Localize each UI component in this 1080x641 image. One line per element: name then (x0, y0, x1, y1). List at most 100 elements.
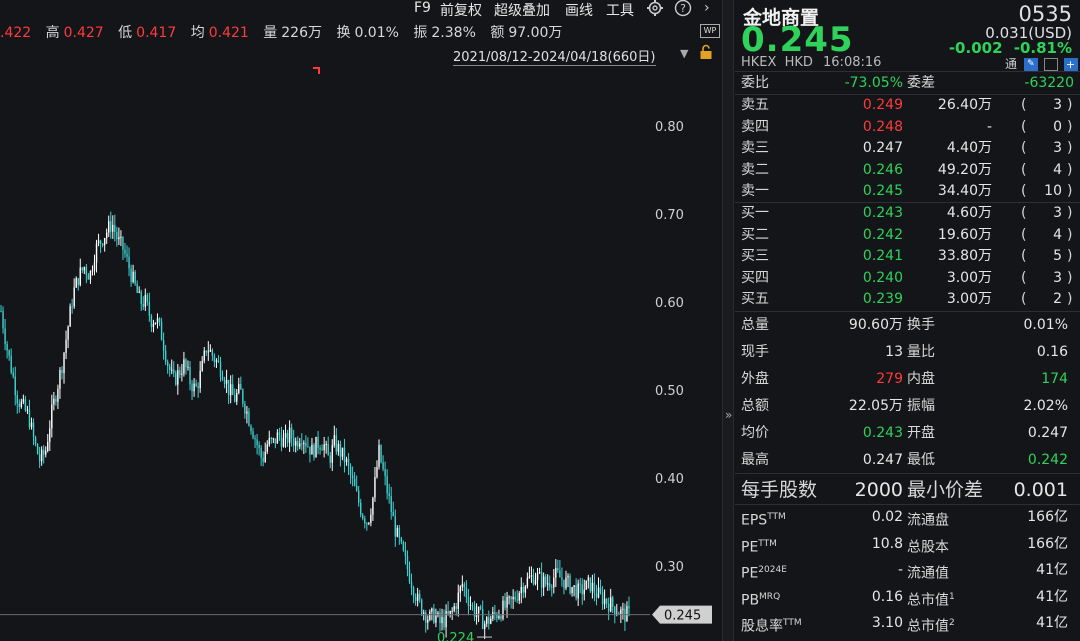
fund-label: PETTM (741, 533, 777, 559)
ask-row: 卖三 0.247 4.40万 (3) (741, 137, 1074, 159)
candle-body (112, 224, 114, 232)
candle-body (93, 262, 96, 271)
currency-label: HKD (784, 55, 813, 70)
candle-body (599, 587, 602, 593)
candle-body (583, 589, 585, 595)
candle-body (357, 490, 360, 503)
fund-value: 41亿 (1036, 562, 1068, 578)
candle-body (378, 445, 380, 467)
candle-body (461, 583, 464, 587)
candle-body (396, 527, 399, 537)
toolbar-draw[interactable]: 画线 (565, 0, 593, 20)
candle-body (345, 458, 348, 463)
candle-body (53, 398, 55, 405)
candle-body (453, 606, 455, 611)
candle-body (620, 609, 622, 615)
tong-label[interactable]: 通 (1005, 57, 1017, 71)
toolbar-overlay[interactable]: 超级叠加 (494, 0, 550, 20)
candle-body (311, 444, 313, 455)
stat-amplitude-value: 2.38% (431, 25, 476, 41)
toolbar-adjust[interactable]: 前复权 (440, 0, 482, 20)
candle-body (197, 386, 199, 389)
fund-row: EPSTTM 0.02 流通盘 166亿 (741, 506, 1074, 529)
candle-body (162, 340, 165, 351)
time-label: 16:08:16 (823, 55, 882, 70)
gear-icon[interactable] (646, 0, 664, 21)
period-marker (313, 67, 320, 74)
candle-body (217, 360, 220, 363)
candle-body (8, 350, 10, 356)
ask-price: 0.249 (862, 97, 903, 113)
candle-body (2, 311, 4, 329)
candle-body (122, 236, 124, 250)
candle-body (28, 409, 31, 428)
candle-body (252, 431, 254, 439)
candle-body (142, 304, 144, 307)
candle-body (49, 428, 51, 442)
candle-body (536, 573, 539, 581)
ask-volume: 26.40万 (937, 97, 992, 113)
wp-badge[interactable]: WP (700, 24, 720, 38)
bid-price: 0.239 (862, 291, 903, 307)
candle-body (34, 437, 37, 445)
chevron-right-icon[interactable]: › (704, 0, 710, 16)
info-label: 外盘 (741, 371, 769, 387)
candle-body (526, 577, 529, 587)
fund-row: PE2024E - 流通值 41亿 (741, 559, 1074, 582)
candle-body (12, 372, 14, 377)
candle-body (81, 267, 84, 271)
candle-body (398, 527, 401, 538)
candle-body (575, 585, 577, 599)
candle-body (486, 617, 488, 624)
market-label: HKEX (741, 55, 777, 70)
panel-divider[interactable]: » (722, 0, 734, 641)
info-value: 174 (1041, 371, 1068, 387)
candle-body (57, 388, 59, 402)
bid-row: 买二 0.242 19.60万 (4) (741, 224, 1074, 246)
candle-body (10, 355, 12, 373)
bid-paren-close: ) (1067, 226, 1073, 243)
expand-chevron-icon[interactable]: » (725, 408, 732, 422)
candle-body (406, 556, 409, 570)
dropdown-triangle-icon[interactable]: ▼ (680, 47, 688, 60)
candle-body (158, 318, 161, 322)
candle-body (223, 380, 226, 384)
candle-body (388, 493, 390, 497)
ask-paren-open: ( (1021, 161, 1027, 178)
help-icon[interactable]: ? (674, 0, 692, 21)
ask-volume: 49.20万 (937, 161, 992, 178)
stat-avg-label: 均 (190, 25, 205, 41)
ask-price: 0.246 (862, 161, 903, 178)
candle-body (120, 236, 122, 238)
share-icon[interactable] (1043, 58, 1058, 71)
candle-body (443, 617, 445, 628)
candle-body (270, 438, 273, 440)
fund-label: 总市值1 (907, 586, 955, 612)
info-value: 2.02% (1023, 398, 1068, 414)
bid-volume: 4.60万 (946, 205, 992, 221)
candle-body (445, 611, 447, 628)
kline-chart-area[interactable]: F9 前复权 超级叠加 画线 工具 ? › .422 高 0.427 低 0.417… (0, 0, 722, 641)
pencil-icon[interactable]: ✎ (1023, 58, 1038, 71)
bid-label: 买一 (741, 205, 769, 221)
toolbar-f9[interactable]: F9 (414, 0, 431, 16)
candle-body (116, 232, 118, 240)
candle-body (400, 537, 403, 542)
toolbar-tools[interactable]: 工具 (606, 0, 634, 20)
candle-body (614, 606, 616, 615)
candle-body (0, 310, 2, 312)
candle-body (500, 616, 502, 619)
candle-body (128, 256, 130, 269)
candle-body (221, 376, 224, 381)
candle-body (83, 267, 86, 271)
candle-body (59, 369, 61, 389)
candle-body (404, 550, 407, 557)
candle-body (626, 606, 628, 622)
fund-value: 41亿 (1036, 615, 1068, 631)
weibi-row: 委比 -73.05% 委差 -63220 (741, 72, 1074, 94)
bid-paren-close: ) (1067, 269, 1073, 286)
plus-icon[interactable]: + (1063, 58, 1078, 71)
ask-count: 3 (1053, 140, 1062, 156)
candle-body (166, 361, 169, 367)
candlestick-plot[interactable]: 0.80 0.70 0.60 0.50 0.40 0.30 0.245 0.224 (0, 60, 722, 641)
